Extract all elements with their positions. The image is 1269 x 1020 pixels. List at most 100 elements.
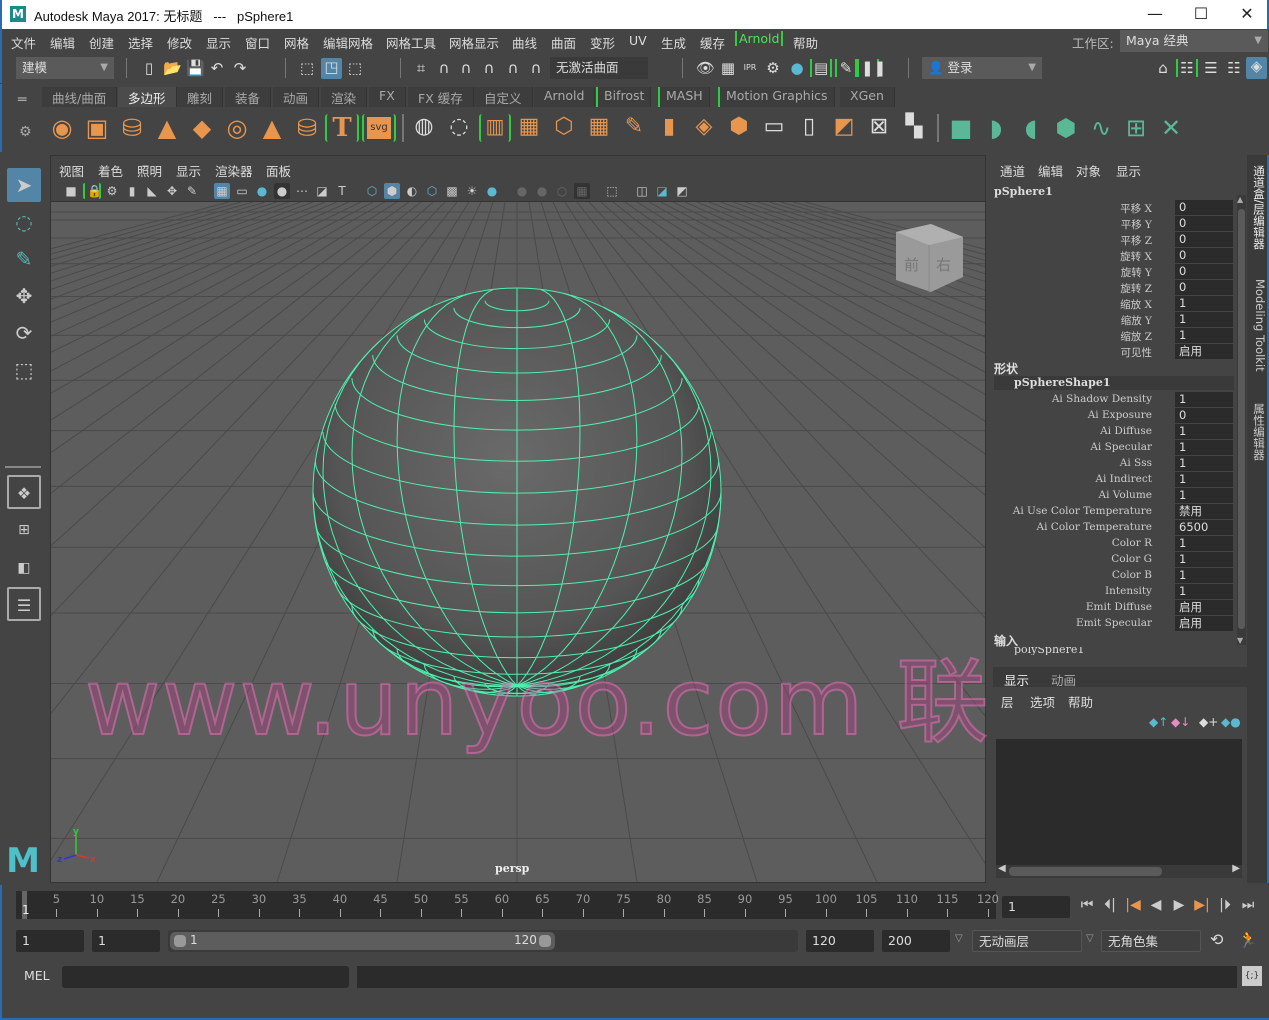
- channel-row[interactable]: Ai Specular 1: [989, 440, 1234, 456]
- channel-value-field[interactable]: 1: [1175, 424, 1233, 439]
- select-tool-icon[interactable]: ➤: [7, 168, 41, 202]
- poly-cylinder-icon[interactable]: ⛁: [118, 114, 146, 142]
- multi-cut-icon[interactable]: ✎: [620, 114, 648, 142]
- login-dropdown[interactable]: 👤 登录 ▼: [922, 57, 1042, 79]
- playback-start-field[interactable]: 1: [92, 930, 160, 952]
- tab-mash[interactable]: MASH: [658, 87, 710, 107]
- channel-value-field[interactable]: 启用: [1175, 616, 1233, 631]
- screen-space-ao-icon[interactable]: ●: [514, 183, 530, 199]
- channel-value-field[interactable]: 1: [1175, 472, 1233, 487]
- contour-stretch-icon[interactable]: ∿: [1087, 114, 1115, 142]
- channel-row[interactable]: Ai Color Temperature 6500: [989, 520, 1234, 536]
- scene-canvas[interactable]: 前 右 y x z persp: [51, 202, 985, 882]
- channel-value-field[interactable]: 1: [1175, 568, 1233, 583]
- poly-sphere-icon[interactable]: ◉: [48, 114, 76, 142]
- auto-key-icon[interactable]: ⟲: [1210, 930, 1223, 949]
- menu-mesh-tools[interactable]: 网格工具: [386, 33, 436, 52]
- channel-value-field[interactable]: 启用: [1175, 600, 1233, 615]
- snap-surface-icon[interactable]: ∩: [504, 59, 522, 77]
- grid-icon[interactable]: ▦: [214, 183, 230, 199]
- average-vertices-icon[interactable]: ⬡: [550, 114, 578, 142]
- tab-fx-caching[interactable]: FX 缓存: [408, 87, 474, 107]
- poly-pipe-icon[interactable]: ⛁: [293, 114, 321, 142]
- channel-row[interactable]: 缩放 Z 1: [989, 328, 1234, 344]
- step-forward-key-icon[interactable]: ▶|: [1192, 895, 1212, 915]
- tab-polygons[interactable]: 多边形: [118, 87, 177, 107]
- side-tab-modeling-toolkit[interactable]: Modeling Toolkit: [1249, 279, 1267, 389]
- poke-icon[interactable]: ⊠: [865, 114, 893, 142]
- side-tab-attribute-editor[interactable]: 属性编辑器: [1249, 403, 1267, 473]
- menu-uv[interactable]: UV: [629, 33, 647, 48]
- poly-svg-icon[interactable]: svg: [362, 114, 396, 142]
- viewport-menu-view[interactable]: 视图: [59, 161, 84, 180]
- channel-box-menu-object[interactable]: 对象: [1076, 161, 1101, 180]
- wireframe-icon[interactable]: ⬡: [364, 183, 380, 199]
- save-scene-icon[interactable]: 💾: [186, 59, 205, 77]
- 2d-pan-zoom-icon[interactable]: ✥: [164, 183, 180, 199]
- channel-row[interactable]: Ai Exposure 0: [989, 408, 1234, 424]
- tab-animation[interactable]: 动画: [273, 87, 320, 107]
- tab-fx[interactable]: FX: [369, 87, 406, 107]
- channel-row[interactable]: Emit Diffuse 启用: [989, 600, 1234, 616]
- resolution-gate-icon[interactable]: ●: [254, 183, 270, 199]
- safe-action-icon[interactable]: ◪: [314, 183, 330, 199]
- tab-arnold[interactable]: Arnold: [534, 87, 596, 107]
- menu-mesh[interactable]: 网格: [284, 33, 309, 52]
- planar-mapping-icon[interactable]: ■: [947, 114, 975, 142]
- channel-row[interactable]: 旋转 Y 0: [989, 264, 1234, 280]
- range-start-knob[interactable]: [174, 935, 186, 947]
- workspace-dropdown[interactable]: Maya 经典 ▼: [1120, 30, 1268, 52]
- depth-of-field-icon[interactable]: ▦: [574, 183, 590, 199]
- channel-row[interactable]: Color G 1: [989, 552, 1234, 568]
- poly-type-icon[interactable]: T: [325, 114, 359, 142]
- tab-display-layers[interactable]: 显示: [1004, 670, 1029, 689]
- menu-select[interactable]: 选择: [128, 33, 153, 52]
- mirror-icon[interactable]: ▥: [479, 114, 511, 142]
- live-surface-field[interactable]: 无激活曲面: [550, 57, 648, 79]
- new-layer-from-selected-icon[interactable]: ◆●: [1221, 715, 1241, 729]
- wedge-icon[interactable]: ▚: [900, 114, 928, 142]
- make-live-icon[interactable]: ∩: [527, 59, 545, 77]
- viewport-menu-lighting[interactable]: 照明: [137, 161, 162, 180]
- snap-point-icon[interactable]: ∩: [457, 59, 475, 77]
- channel-value-field[interactable]: 1: [1175, 456, 1233, 471]
- menu-window[interactable]: 窗口: [245, 33, 270, 52]
- viewport-menu-panels[interactable]: 面板: [266, 161, 291, 180]
- attribute-editor-icon[interactable]: ☰: [1202, 59, 1220, 77]
- channel-row[interactable]: Ai Use Color Temperature 禁用: [989, 504, 1234, 520]
- layer-horizontal-scrollbar[interactable]: ◀ ▶: [996, 863, 1242, 878]
- open-scene-icon[interactable]: 📂: [163, 59, 182, 77]
- gate-mask-icon[interactable]: ●: [274, 183, 290, 199]
- bevel-icon[interactable]: ⬢: [725, 114, 753, 142]
- menu-deform[interactable]: 变形: [590, 33, 615, 52]
- image-plane-icon[interactable]: ◣: [144, 183, 160, 199]
- play-backwards-icon[interactable]: ◀: [1146, 895, 1166, 915]
- go-to-end-icon[interactable]: ⏭: [1238, 895, 1258, 915]
- maximize-button[interactable]: ☐: [1178, 0, 1224, 29]
- move-layer-down-icon[interactable]: ◆↓: [1171, 715, 1190, 729]
- tab-motion-graphics[interactable]: Motion Graphics: [718, 87, 835, 107]
- animation-start-field[interactable]: 1: [16, 930, 84, 952]
- script-language-toggle[interactable]: MEL: [24, 968, 50, 983]
- poly-torus-icon[interactable]: ◎: [223, 114, 251, 142]
- insert-edge-loop-icon[interactable]: ▭: [760, 114, 788, 142]
- safe-title-icon[interactable]: T: [334, 183, 350, 199]
- tab-bifrost[interactable]: Bifrost: [596, 87, 652, 107]
- offset-edge-loop-icon[interactable]: ▯: [795, 114, 823, 142]
- menu-file[interactable]: 文件: [11, 33, 36, 52]
- arnold-toolkit-icon[interactable]: ☷: [1176, 59, 1198, 77]
- use-all-lights-icon[interactable]: ☀: [464, 183, 480, 199]
- uv-editor-icon[interactable]: ⊞: [1122, 114, 1150, 142]
- channel-value-field[interactable]: 0: [1175, 216, 1233, 231]
- menu-modify[interactable]: 修改: [167, 33, 192, 52]
- viewport-persp[interactable]: 视图 着色 照明 显示 渲染器 面板 ■ 🔒 ⚙ ▮ ◣ ✥ ✎ ▦ ▭ ● ●…: [50, 155, 986, 883]
- snap-curve-icon[interactable]: ∩: [435, 59, 453, 77]
- smooth-icon[interactable]: ▦: [515, 114, 543, 142]
- hypershade-icon[interactable]: ●: [788, 59, 806, 77]
- layer-list[interactable]: [996, 739, 1242, 865]
- poly-plane-icon[interactable]: ◆: [188, 114, 216, 142]
- poly-cone-icon[interactable]: ▲: [153, 114, 181, 142]
- undo-icon[interactable]: ↶: [208, 59, 226, 77]
- range-end-knob[interactable]: [539, 935, 551, 947]
- scale-tool-icon[interactable]: ⬚: [7, 353, 41, 387]
